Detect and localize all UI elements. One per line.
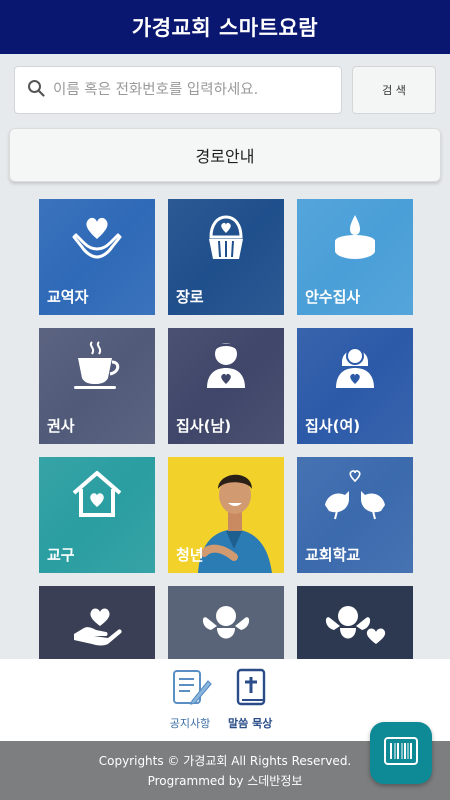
tile-label: 집사(여) bbox=[305, 417, 361, 435]
cupcake-heart-icon bbox=[168, 207, 284, 273]
tile-item-10[interactable] bbox=[39, 586, 155, 659]
tile-kwonsa[interactable]: 권사 bbox=[39, 328, 155, 444]
lovebirds-icon bbox=[297, 465, 413, 531]
menu-grid: 교역자 장로 안수집사 권사 집사(남) 집사(여) 교구 청년 교회학교 bbox=[39, 199, 413, 659]
tile-label: 장로 bbox=[176, 288, 204, 306]
search-input[interactable] bbox=[53, 82, 341, 98]
page-title: 가경교회 스마트요람 bbox=[131, 16, 319, 40]
tile-youth[interactable]: 청년 bbox=[168, 457, 284, 573]
barcode-button[interactable] bbox=[370, 722, 432, 784]
tile-label: 안수집사 bbox=[305, 288, 361, 306]
hand-heart-icon bbox=[39, 594, 155, 659]
search-button[interactable]: 검 색 bbox=[352, 66, 436, 114]
notepad-pencil-icon bbox=[168, 667, 212, 711]
house-heart-icon bbox=[39, 465, 155, 531]
tile-label: 청년 bbox=[176, 546, 204, 564]
tile-parish[interactable]: 교구 bbox=[39, 457, 155, 573]
tile-label: 권사 bbox=[47, 417, 75, 435]
barcode-icon bbox=[384, 737, 418, 769]
candle-icon bbox=[297, 207, 413, 273]
search-bar: 검 색 bbox=[14, 66, 436, 114]
search-field[interactable] bbox=[14, 66, 342, 114]
nav-notice-label: 공지사항 bbox=[169, 717, 211, 730]
tile-item-11[interactable] bbox=[168, 586, 284, 659]
tile-church-school[interactable]: 교회학교 bbox=[297, 457, 413, 573]
tile-ordained-deacons[interactable]: 안수집사 bbox=[297, 199, 413, 315]
tile-deacons-male[interactable]: 집사(남) bbox=[168, 328, 284, 444]
tile-deacons-female[interactable]: 집사(여) bbox=[297, 328, 413, 444]
cherub-icon bbox=[168, 594, 284, 659]
man-heart-icon bbox=[168, 336, 284, 402]
nav-notice[interactable]: 공지사항 bbox=[168, 667, 212, 731]
bible-icon bbox=[230, 667, 270, 711]
nav-devotion[interactable]: 말씀 묵상 bbox=[228, 667, 272, 731]
tile-item-12[interactable] bbox=[297, 586, 413, 659]
app-header: 가경교회 스마트요람 bbox=[0, 0, 450, 54]
woman-heart-icon bbox=[297, 336, 413, 402]
route-guide-button[interactable]: 경로안내 bbox=[9, 128, 441, 182]
tile-ministers[interactable]: 교역자 bbox=[39, 199, 155, 315]
tile-label: 교구 bbox=[47, 546, 75, 564]
cherub-heart-icon bbox=[297, 594, 413, 659]
tile-label: 교역자 bbox=[47, 288, 89, 306]
tile-elders[interactable]: 장로 bbox=[168, 199, 284, 315]
tile-label: 집사(남) bbox=[176, 417, 232, 435]
search-icon bbox=[27, 79, 45, 101]
tile-label: 교회학교 bbox=[305, 546, 361, 564]
teacup-icon bbox=[39, 336, 155, 402]
nav-devotion-label: 말씀 묵상 bbox=[228, 717, 273, 730]
hands-heart-icon bbox=[39, 207, 155, 273]
